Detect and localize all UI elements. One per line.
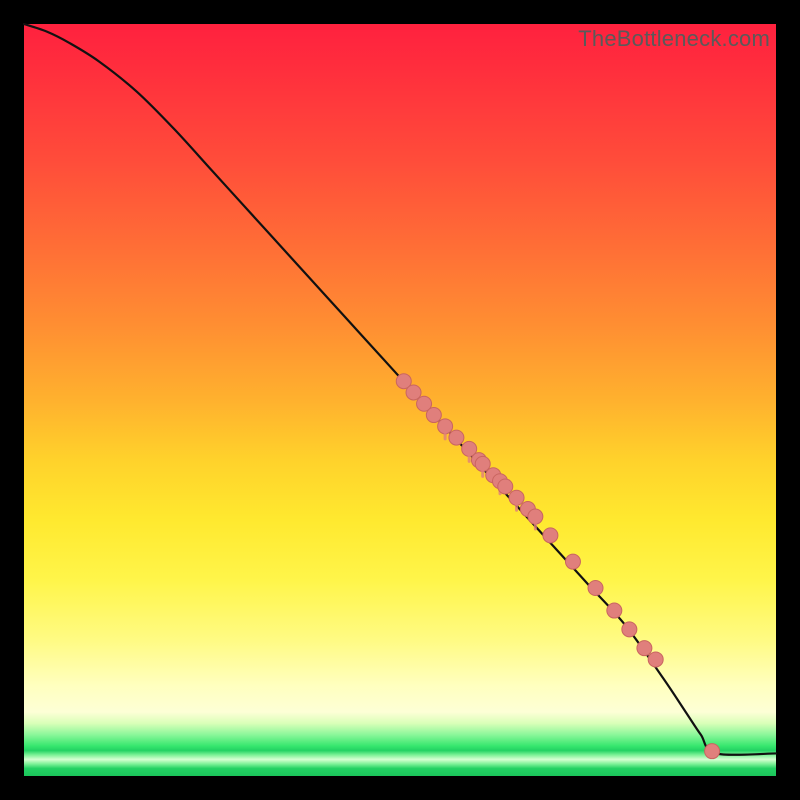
data-point: [705, 744, 720, 759]
chart-stage: TheBottleneck.com: [0, 0, 800, 800]
plot-area: TheBottleneck.com: [24, 24, 776, 776]
data-point: [543, 528, 558, 543]
data-point-tail: [481, 469, 484, 478]
curve-svg: [24, 24, 776, 776]
data-point: [637, 641, 652, 656]
data-point: [449, 430, 464, 445]
scatter-points: [396, 374, 719, 759]
curve-group: [24, 24, 776, 755]
data-point: [622, 622, 637, 637]
data-point: [498, 479, 513, 494]
main-curve: [24, 24, 776, 755]
data-point-tail: [468, 454, 471, 463]
data-point-tail: [515, 503, 518, 512]
data-point: [607, 603, 622, 618]
data-point: [406, 385, 421, 400]
data-point: [426, 408, 441, 423]
data-point: [648, 652, 663, 667]
data-point: [565, 554, 580, 569]
data-point-tail: [534, 522, 537, 531]
data-point: [588, 581, 603, 596]
data-point-tail: [444, 431, 447, 440]
